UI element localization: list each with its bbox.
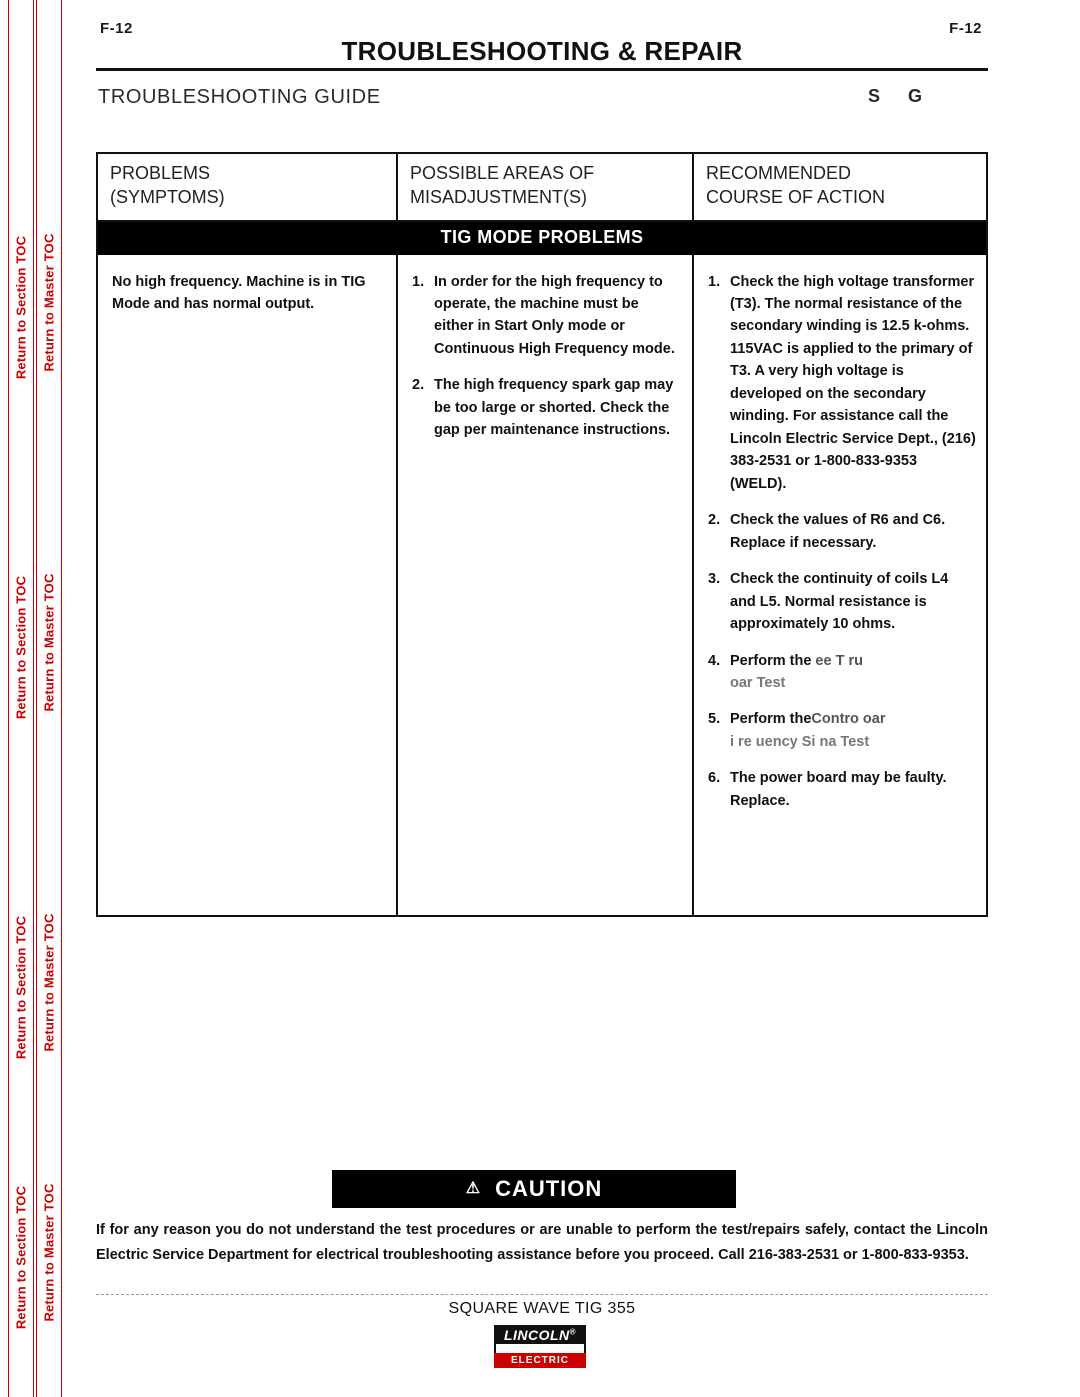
column-header-misadjustments-line2: MISADJUSTMENT(S) [410,186,587,207]
return-to-master-toc-label-4[interactable]: Return to Master TOC [42,1183,57,1321]
list-item: 2. The high frequency spark gap may be t… [412,374,682,441]
footer-model-name: SQUARE WAVE TIG 355 [448,1300,636,1317]
return-to-section-toc-label-2[interactable]: Return to Section TOC [14,576,29,719]
page-number-right: F-12 [949,20,982,37]
list-item-text: Check the continuity of coils L4 and L5.… [730,571,949,633]
title-divider [96,68,988,71]
list-item-number: 3. [708,571,721,588]
logo-lincoln-word: LINCOLN [503,1327,570,1343]
logo-electric-text: ELECTRIC [494,1353,586,1368]
column-header-actions-line1: RECOMMENDED [706,163,852,183]
return-to-section-toc-label-1[interactable]: Return to Section TOC [14,236,29,379]
section-band-tig-mode-problems: TIG MODE PROBLEMS [98,221,986,255]
return-to-section-toc-label-4[interactable]: Return to Section TOC [14,1186,29,1329]
caution-banner: ⚠ CAUTION [332,1170,736,1208]
action-5-part-1: Perform the [730,711,812,728]
list-item-number: 5. [708,711,721,728]
return-to-master-toc-label-2[interactable]: Return to Master TOC [42,573,57,711]
column-header-problems-line1: PROBLEMS [110,163,211,183]
column-header-actions-line2: COURSE OF ACTION [706,186,886,207]
cell-problem: No high frequency. Machine is in TIG Mod… [98,254,398,915]
list-item-text-partial: Perform the ee T ru oar Test [730,650,976,695]
table-header-row: PROBLEMS (SYMPTOMS) POSSIBLE AREAS OF MI… [98,154,986,222]
list-item-number: 4. [708,652,721,669]
list-item-number: 1. [412,273,425,290]
list-item-number: 2. [412,377,425,394]
list-item: 5. Perform theContro oar i re uency Si na… [708,708,976,753]
list-item-text-partial: Perform theContro oar i re uency Si na Te… [730,708,976,753]
action-4-part-3: oar Test [730,675,786,691]
warning-triangle-icon: ⚠ [465,1180,482,1197]
logo-lincoln-text: LINCOLN® [494,1325,586,1344]
action-4-part-2: ee T ru [815,652,863,669]
table-body-row: No high frequency. Machine is in TIG Mod… [98,254,986,915]
logo-middle-band [494,1344,586,1353]
list-item: 3. Check the continuity of coils L4 and … [708,568,976,635]
list-item-text: The power board may be faulty. Replace. [730,770,947,809]
list-item: 4. Perform the ee T ru oar Test [708,650,976,695]
column-header-problems: PROBLEMS (SYMPTOMS) [98,154,398,220]
return-to-master-toc-rail[interactable]: Return to Master TOC Return to Master TO… [36,0,62,1397]
return-to-master-toc-label-1[interactable]: Return to Master TOC [42,233,57,371]
return-to-master-toc-label-3[interactable]: Return to Master TOC [42,913,57,1051]
action-5-part-3: i re uency Si na Test [730,733,870,750]
guide-heading: TROUBLESHOOTING GUIDE [98,86,381,108]
caution-label: CAUTION [495,1176,603,1201]
return-to-section-toc-label-3[interactable]: Return to Section TOC [14,916,29,1059]
list-item: 1. Check the high voltage transformer (T… [708,271,976,496]
cell-misadjustments: 1. In order for the high frequency to op… [398,254,694,915]
cell-recommended-actions: 1. Check the high voltage transformer (T… [694,255,986,915]
page-number-left: F-12 [100,20,133,37]
list-item-text: Check the values of R6 and C6. Replace i… [730,512,946,551]
column-header-problems-line2: (SYMPTOMS) [110,186,225,207]
column-header-actions: RECOMMENDED COURSE OF ACTION [694,154,986,220]
list-item-text: Check the high voltage transformer (T3).… [730,273,976,492]
troubleshooting-table: PROBLEMS (SYMPTOMS) POSSIBLE AREAS OF MI… [96,152,988,917]
column-header-misadjustments: POSSIBLE AREAS OF MISADJUSTMENT(S) [398,154,694,220]
action-4-part-1: Perform the [730,652,816,669]
list-item: 2. Check the values of R6 and C6. Replac… [708,509,976,554]
list-item-number: 6. [708,770,721,787]
list-item: 6. The power board may be faulty. Replac… [708,767,976,812]
guide-right-mark: SG [867,86,950,106]
registered-trademark-icon: ® [569,1327,577,1337]
list-item-number: 1. [708,273,721,290]
list-item-text: The high frequency spark gap may be too … [434,377,674,439]
lincoln-electric-logo: LINCOLN® ELECTRIC [494,1325,586,1368]
problem-text: No high frequency. Machine is in TIG Mod… [112,273,366,312]
return-to-section-toc-rail[interactable]: Return to Section TOC Return to Section … [8,0,34,1397]
footer-divider [96,1294,988,1295]
action-5-part-2: Contro oar [811,711,886,728]
list-item-text: In order for the high frequency to opera… [434,273,675,357]
caution-body-text: If for any reason you do not understand … [96,1222,988,1263]
list-item-number: 2. [708,512,721,529]
list-item: 1. In order for the high frequency to op… [412,271,682,361]
column-header-misadjustments-line1: POSSIBLE AREAS OF [410,163,595,183]
page-title: TROUBLESHOOTING & REPAIR [341,36,743,66]
